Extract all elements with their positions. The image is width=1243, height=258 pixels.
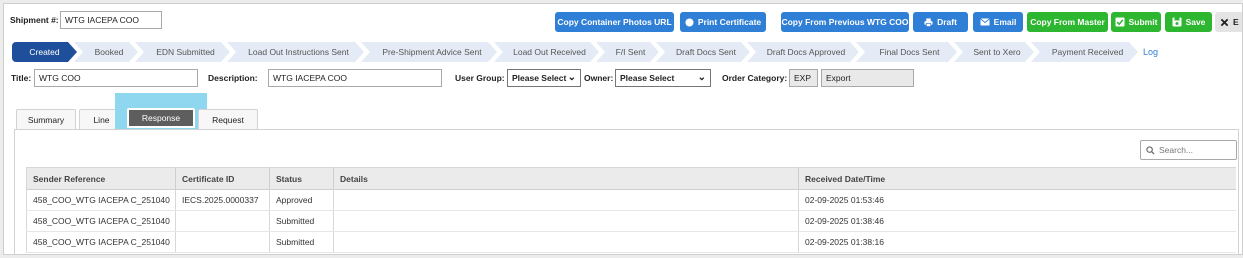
response-table: Sender Reference Certificate ID Status D… bbox=[26, 167, 1236, 253]
circle-icon bbox=[685, 17, 694, 27]
table-header-row: Sender Reference Certificate ID Status D… bbox=[26, 167, 1236, 190]
cell-status: Submitted bbox=[269, 231, 334, 253]
workflow-step-payment-received[interactable]: Payment Received bbox=[1031, 42, 1138, 62]
cell-status: Submitted bbox=[269, 210, 334, 232]
cell-sender-reference: 458_COO_WTG IACEPA C_251040 bbox=[26, 210, 176, 232]
order-category-label: Order Category: bbox=[722, 73, 788, 83]
submit-label: Submit bbox=[1128, 17, 1158, 27]
order-category-field: Export bbox=[821, 69, 914, 87]
exit-button[interactable]: E bbox=[1215, 12, 1242, 32]
order-category-code: EXP bbox=[789, 69, 818, 87]
save-button[interactable]: Save bbox=[1165, 12, 1212, 32]
draft-label: Draft bbox=[937, 17, 957, 27]
close-icon bbox=[1220, 18, 1229, 26]
save-label: Save bbox=[1185, 17, 1206, 27]
cell-received-date: 02-09-2025 01:38:16 bbox=[798, 231, 1236, 253]
column-status[interactable]: Status bbox=[269, 167, 334, 190]
user-group-label: User Group: bbox=[455, 73, 505, 83]
exit-label: E bbox=[1233, 17, 1239, 27]
copy-previous-button[interactable]: Copy From Previous WTG COO bbox=[781, 12, 909, 32]
cell-certificate-id: IECS.2025.0000337 bbox=[175, 189, 270, 211]
search-box[interactable] bbox=[1140, 140, 1237, 160]
title-field[interactable]: WTG COO bbox=[34, 69, 198, 87]
copy-from-master-label: Copy From Master bbox=[1030, 17, 1105, 27]
tab-request[interactable]: Request bbox=[198, 109, 258, 129]
workflow-step-created[interactable]: Created bbox=[12, 42, 77, 62]
print-certificate-label: Print Certificate bbox=[697, 17, 762, 27]
tab-response[interactable]: Response bbox=[127, 108, 195, 128]
cell-sender-reference: 458_COO_WTG IACEPA C_251040 bbox=[26, 231, 176, 253]
copy-from-master-button[interactable]: Copy From Master bbox=[1027, 12, 1108, 32]
table-row[interactable]: 458_COO_WTG IACEPA C_251040 IECS.2025.00… bbox=[26, 189, 1236, 211]
table-row[interactable]: 458_COO_WTG IACEPA C_251040 Submitted 02… bbox=[26, 210, 1236, 232]
table-row[interactable]: 458_COO_WTG IACEPA C_251040 Submitted 02… bbox=[26, 231, 1236, 253]
email-button[interactable]: Email bbox=[973, 12, 1023, 32]
workflow-step-load-out-instructions[interactable]: Load Out Instructions Sent bbox=[227, 42, 364, 62]
copy-container-photos-label: Copy Container Photos URL bbox=[557, 17, 672, 27]
shipment-number-label: Shipment #: bbox=[10, 15, 59, 25]
draft-button[interactable]: Draft bbox=[913, 12, 968, 32]
printer-icon bbox=[924, 17, 933, 27]
description-label: Description: bbox=[208, 73, 258, 83]
email-label: Email bbox=[993, 17, 1017, 27]
chevron-down-icon: ⌄ bbox=[697, 72, 706, 83]
workflow-step-final-docs-sent[interactable]: Final Docs Sent bbox=[856, 42, 957, 62]
shipment-number-field[interactable]: WTG IACEPA COO bbox=[60, 11, 162, 29]
cell-certificate-id bbox=[175, 210, 270, 232]
column-sender-reference[interactable]: Sender Reference bbox=[26, 167, 176, 190]
copy-previous-label: Copy From Previous WTG COO bbox=[781, 17, 909, 27]
cell-sender-reference: 458_COO_WTG IACEPA C_251040 bbox=[26, 189, 176, 211]
cell-certificate-id bbox=[175, 231, 270, 253]
column-details[interactable]: Details bbox=[333, 167, 799, 190]
workflow-step-edn-submitted[interactable]: EDN Submitted bbox=[135, 42, 230, 62]
owner-select[interactable]: Please Select ⌄ bbox=[615, 69, 711, 87]
description-field[interactable]: WTG IACEPA COO bbox=[268, 69, 442, 87]
owner-value: Please Select bbox=[620, 73, 675, 83]
chevron-down-icon: ⌄ bbox=[567, 72, 576, 83]
workflow-step-draft-docs-approved[interactable]: Draft Docs Approved bbox=[747, 42, 859, 62]
envelope-icon bbox=[979, 18, 990, 26]
cell-received-date: 02-09-2025 01:53:46 bbox=[798, 189, 1236, 211]
workflow-step-pre-shipment-advice[interactable]: Pre-Shipment Advice Sent bbox=[361, 42, 497, 62]
column-certificate-id[interactable]: Certificate ID bbox=[175, 167, 270, 190]
copy-container-photos-button[interactable]: Copy Container Photos URL bbox=[555, 12, 674, 32]
cell-details bbox=[333, 189, 799, 211]
workflow-step-draft-docs-sent[interactable]: Draft Docs Sent bbox=[656, 42, 750, 62]
owner-label: Owner: bbox=[584, 73, 614, 83]
cell-details bbox=[333, 210, 799, 232]
user-group-value: Please Select bbox=[512, 73, 567, 83]
tab-summary[interactable]: Summary bbox=[16, 109, 76, 129]
log-link[interactable]: Log bbox=[1143, 47, 1158, 57]
user-group-select[interactable]: Please Select ⌄ bbox=[507, 69, 581, 87]
print-certificate-button[interactable]: Print Certificate bbox=[680, 12, 766, 32]
column-received-date[interactable]: Received Date/Time bbox=[798, 167, 1236, 190]
title-label: Title: bbox=[11, 73, 32, 83]
search-input[interactable] bbox=[1159, 145, 1231, 155]
search-icon bbox=[1146, 145, 1155, 155]
floppy-disk-icon bbox=[1172, 17, 1182, 27]
workflow-step-sent-to-xero[interactable]: Sent to Xero bbox=[954, 42, 1034, 62]
shipment-window: Shipment #: WTG IACEPA COO Copy Containe… bbox=[3, 3, 1243, 255]
workflow-step-booked[interactable]: Booked bbox=[74, 42, 138, 62]
workflow-step-fi-sent[interactable]: F/I Sent bbox=[596, 42, 659, 62]
cell-details bbox=[333, 231, 799, 253]
cell-status: Approved bbox=[269, 189, 334, 211]
submit-button[interactable]: Submit bbox=[1111, 12, 1161, 32]
cell-received-date: 02-09-2025 01:38:46 bbox=[798, 210, 1236, 232]
checkbox-icon bbox=[1115, 17, 1125, 27]
workflow-step-load-out-received[interactable]: Load Out Received bbox=[494, 42, 599, 62]
